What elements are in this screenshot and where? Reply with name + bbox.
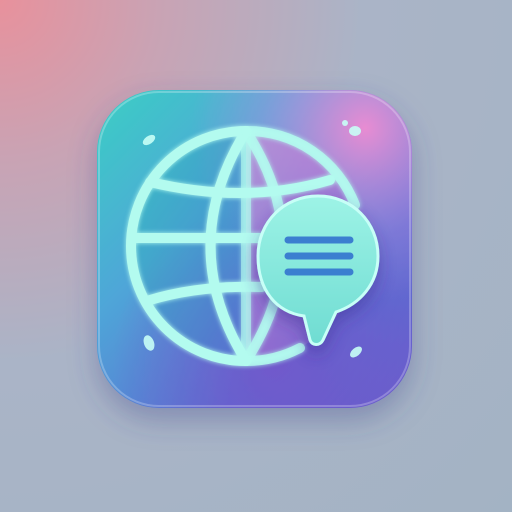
app-icon-canvas <box>0 0 512 512</box>
globe-chat-app-icon[interactable] <box>0 0 512 512</box>
